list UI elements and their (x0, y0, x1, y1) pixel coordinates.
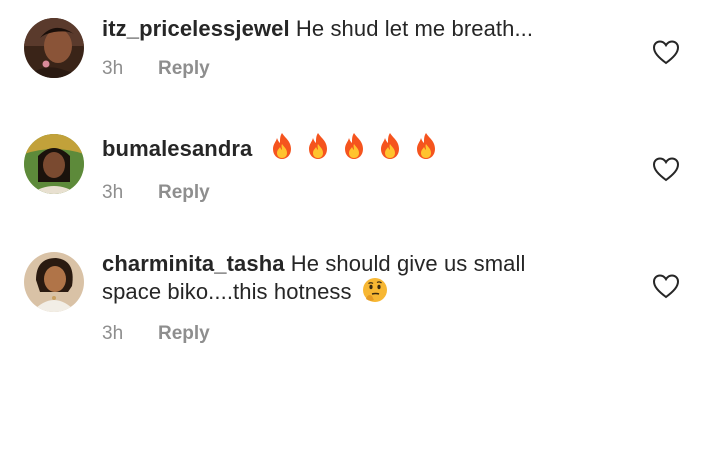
username[interactable]: itz_pricelessjewel (102, 16, 290, 41)
fire-icon (413, 132, 439, 166)
username[interactable]: bumalesandra (102, 136, 252, 161)
username[interactable]: charminita_tasha (102, 251, 285, 276)
timestamp: 3h (102, 58, 124, 79)
heart-icon[interactable] (652, 39, 680, 65)
reply-button[interactable]: Reply (158, 58, 210, 79)
thinking-face-icon (362, 277, 388, 309)
reply-button[interactable]: Reply (158, 323, 210, 344)
comment-text: bumalesandra (102, 132, 602, 166)
heart-icon[interactable] (652, 273, 680, 299)
comment-meta: 3h Reply (102, 57, 602, 81)
heart-icon[interactable] (652, 156, 680, 182)
comment-text: itz_pricelessjewel He shud let me breath… (102, 15, 602, 42)
fire-icon (341, 132, 367, 166)
emoji-group (265, 133, 440, 161)
comment-body: He shud let me breath... (295, 16, 534, 41)
fire-icon (269, 132, 295, 166)
avatar[interactable] (24, 134, 84, 194)
fire-icon (305, 132, 331, 166)
timestamp: 3h (102, 182, 124, 203)
comment-text: charminita_tasha He should give us small… (102, 250, 582, 309)
fire-icon (377, 132, 403, 166)
avatar[interactable] (24, 252, 84, 312)
timestamp: 3h (102, 323, 124, 344)
comment-meta: 3h Reply (102, 181, 602, 205)
reply-button[interactable]: Reply (158, 182, 210, 203)
avatar[interactable] (24, 18, 84, 78)
comment-meta: 3h Reply (102, 322, 602, 346)
